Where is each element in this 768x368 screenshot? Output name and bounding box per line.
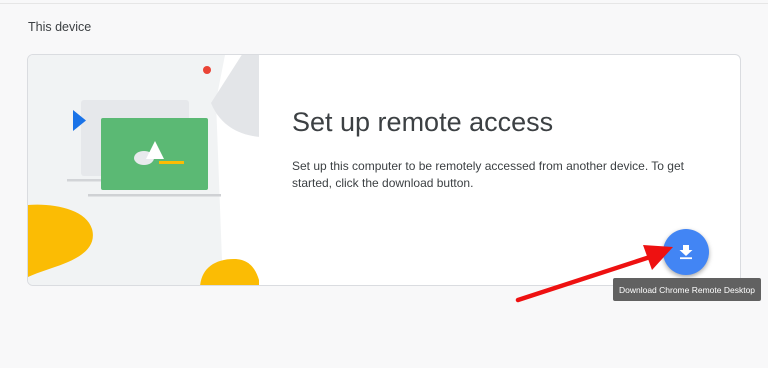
monitor-base — [88, 194, 221, 197]
setup-card: Set up remote access Set up this compute… — [27, 54, 741, 286]
download-tooltip: Download Chrome Remote Desktop — [613, 278, 761, 301]
download-button[interactable] — [663, 229, 709, 275]
download-icon — [679, 245, 693, 260]
card-heading: Set up remote access — [292, 107, 554, 137]
remote-access-illustration — [28, 55, 259, 285]
remote-access-page: This device Set up remote access Set up … — [0, 0, 768, 368]
yellow-line — [159, 161, 184, 164]
section-title: This device — [28, 20, 92, 34]
red-dot — [203, 66, 211, 74]
top-divider — [0, 3, 768, 4]
card-description: Set up this computer to be remotely acce… — [292, 159, 684, 190]
illustration-graphic — [28, 55, 259, 285]
yellow-blob-left — [28, 204, 93, 277]
